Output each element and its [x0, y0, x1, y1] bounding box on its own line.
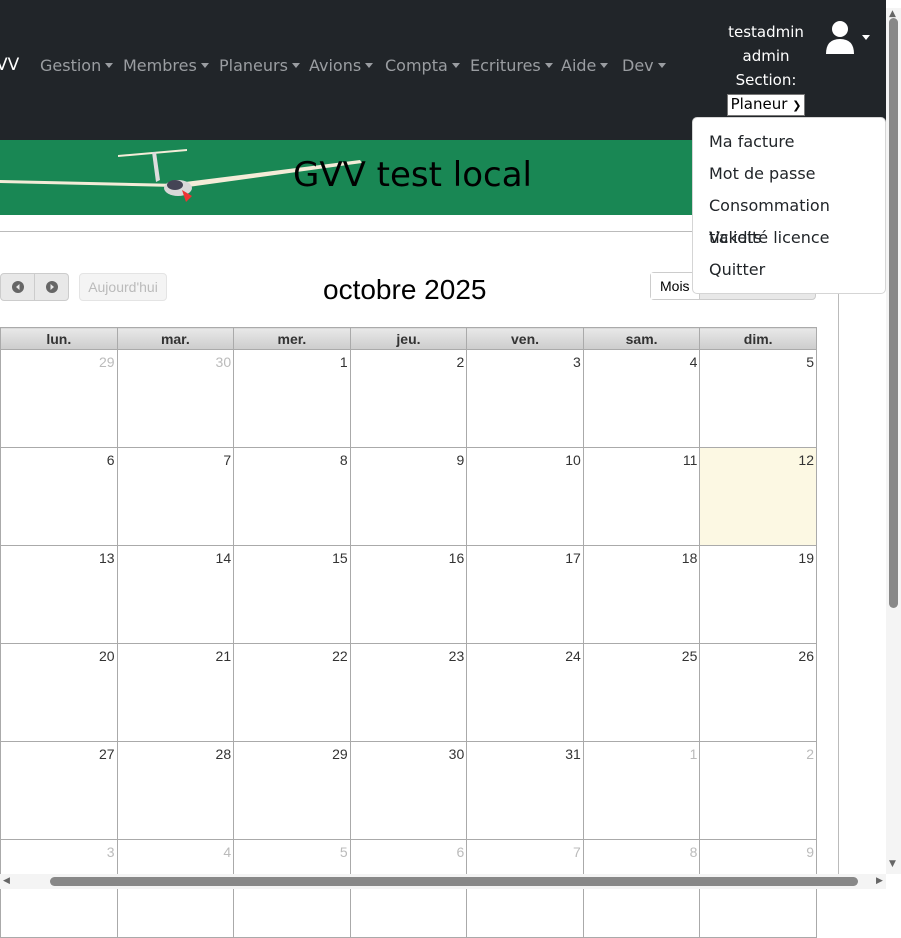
calendar-week: 29 30 1 2 3 4 5	[0, 349, 817, 448]
calendar-day[interactable]: 27	[0, 741, 118, 840]
calendar-day[interactable]: 29	[0, 349, 118, 448]
menu-planeurs[interactable]: Planeurs	[219, 56, 300, 75]
scroll-right-icon[interactable]: ▶	[876, 876, 883, 886]
calendar-day[interactable]: 3	[466, 349, 584, 448]
calendar-week: 6 7 8 9 10 11 12	[0, 447, 817, 546]
menu-avions[interactable]: Avions	[309, 56, 373, 75]
user-icon[interactable]	[824, 20, 856, 54]
menu-aide[interactable]: Aide	[561, 56, 608, 75]
calendar-day[interactable]: 25	[582, 643, 701, 742]
calendar-day[interactable]: 11	[582, 447, 701, 546]
chevron-down-icon: ❯	[792, 99, 802, 112]
calendar-day[interactable]: 18	[582, 545, 701, 644]
weekday-header: dim.	[699, 327, 817, 350]
calendar-day[interactable]: 30	[349, 741, 468, 840]
menu-item-quitter[interactable]: Quitter	[693, 254, 885, 286]
calendar-nav	[0, 273, 69, 301]
horizontal-scroll-thumb[interactable]	[50, 877, 858, 886]
calendar-day[interactable]: 31	[466, 741, 584, 840]
section-label: Section:	[735, 71, 797, 89]
calendar-day[interactable]: 8	[233, 447, 351, 546]
calendar-week: 27 28 29 30 31 1 2	[0, 741, 817, 840]
calendar-day[interactable]: 24	[466, 643, 584, 742]
calendar-day[interactable]: 29	[233, 741, 351, 840]
calendar-day[interactable]: 15	[233, 545, 351, 644]
weekday-header: jeu.	[349, 327, 468, 350]
calendar-day[interactable]: 13	[0, 545, 118, 644]
calendar-day[interactable]: 26	[699, 643, 817, 742]
menu-gestion[interactable]: Gestion	[40, 56, 113, 75]
section-select[interactable]: Planeur ❯	[726, 94, 806, 116]
menu-dev[interactable]: Dev	[622, 56, 666, 75]
calendar-day[interactable]: 23	[349, 643, 468, 742]
scroll-down-icon[interactable]: ▼	[889, 859, 896, 869]
user-info: testadmin admin Section: Planeur ❯	[716, 20, 816, 116]
menu-item-validite-licence[interactable]: Validité licence	[693, 222, 885, 254]
calendar-grid: lun. mar. mer. jeu. ven. sam. dim. 29 30 1 2 3 4 5 6 7…	[0, 327, 817, 938]
divider	[838, 232, 839, 882]
weekday-header: mar.	[116, 327, 235, 350]
calendar-day[interactable]: 22	[233, 643, 351, 742]
calendar-day[interactable]: 1	[582, 741, 701, 840]
vertical-scroll-thumb[interactable]	[889, 18, 898, 608]
menu-ecritures[interactable]: Ecritures	[470, 56, 553, 75]
user-role: admin	[742, 47, 790, 65]
calendar-day[interactable]: 1	[233, 349, 351, 448]
menu-item-ma-facture[interactable]: Ma facture	[693, 126, 885, 158]
scroll-left-icon[interactable]: ◀	[3, 876, 10, 886]
calendar-day[interactable]: 20	[0, 643, 118, 742]
site-title: GVV test local	[293, 155, 532, 195]
caret-down-icon[interactable]	[862, 35, 870, 40]
calendar-day[interactable]: 2	[699, 741, 817, 840]
menu-membres[interactable]: Membres	[123, 56, 209, 75]
calendar-day-today[interactable]: 12	[699, 447, 817, 546]
calendar-day[interactable]: 6	[0, 447, 118, 546]
prev-button[interactable]	[1, 274, 34, 300]
brand-link[interactable]: VV	[0, 55, 19, 75]
calendar-day[interactable]: 30	[116, 349, 235, 448]
weekday-header: lun.	[0, 327, 118, 350]
calendar-day[interactable]: 17	[466, 545, 584, 644]
calendar-day[interactable]: 16	[349, 545, 468, 644]
chevron-right-icon	[45, 281, 58, 293]
username: testadmin	[728, 23, 804, 41]
weekday-header: sam.	[582, 327, 701, 350]
calendar-title: octobre 2025	[323, 274, 487, 305]
scroll-up-icon[interactable]: ▲	[889, 9, 896, 19]
window-corner	[886, 0, 901, 8]
weekday-header: mer.	[233, 327, 351, 350]
menu-item-mot-de-passe[interactable]: Mot de passe	[693, 158, 885, 190]
calendar-day[interactable]: 21	[116, 643, 235, 742]
calendar-week: 13 14 15 16 17 18 19	[0, 545, 817, 644]
calendar-week: 20 21 22 23 24 25 26	[0, 643, 817, 742]
menu-item-consommation-tickets[interactable]: Consommation tickets	[693, 190, 885, 247]
weekday-header: ven.	[466, 327, 584, 350]
menu-compta[interactable]: Compta	[385, 56, 460, 75]
user-dropdown-menu: Ma facture Mot de passe Consommation tic…	[692, 117, 886, 294]
calendar-day[interactable]: 4	[582, 349, 701, 448]
next-button[interactable]	[34, 274, 68, 300]
chevron-left-icon	[11, 281, 24, 293]
calendar-day[interactable]: 19	[699, 545, 817, 644]
calendar-day[interactable]: 14	[116, 545, 235, 644]
calendar-day[interactable]: 28	[116, 741, 235, 840]
calendar-day[interactable]: 10	[466, 447, 584, 546]
calendar-day[interactable]: 7	[116, 447, 235, 546]
calendar-day[interactable]: 5	[699, 349, 817, 448]
calendar-day[interactable]: 2	[349, 349, 468, 448]
today-button[interactable]: Aujourd'hui	[79, 273, 167, 301]
calendar-day[interactable]: 9	[349, 447, 468, 546]
